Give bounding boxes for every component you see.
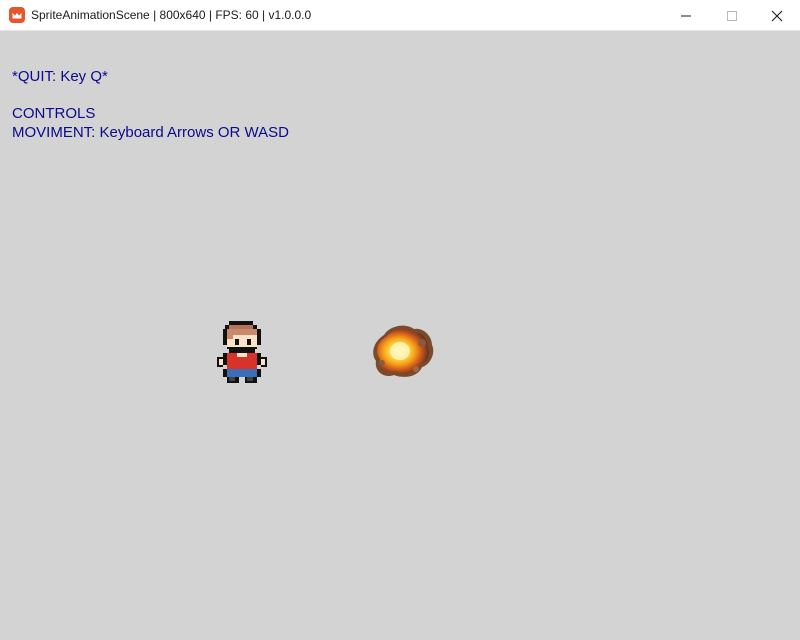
game-canvas[interactable]: *QUIT: Key Q* CONTROLS MOVIMENT: Keyboar…	[0, 31, 800, 640]
player-character-sprite	[217, 321, 267, 383]
monogame-logo-icon	[9, 7, 25, 23]
controls-heading: CONTROLS	[12, 105, 96, 122]
close-button[interactable]	[754, 0, 800, 31]
quit-instruction: *QUIT: Key Q*	[12, 68, 108, 85]
minimize-button[interactable]	[663, 0, 709, 31]
explosion-sprite	[373, 325, 434, 377]
window-title: SpriteAnimationScene | 800x640 | FPS: 60…	[31, 8, 312, 22]
minimize-icon	[681, 15, 691, 16]
maximize-icon	[727, 10, 737, 21]
game-window: SpriteAnimationScene | 800x640 | FPS: 60…	[0, 0, 800, 640]
maximize-button[interactable]	[709, 0, 755, 31]
close-icon	[771, 10, 783, 21]
movement-instruction: MOVIMENT: Keyboard Arrows OR WASD	[12, 124, 290, 141]
title-bar[interactable]: SpriteAnimationScene | 800x640 | FPS: 60…	[0, 0, 800, 31]
